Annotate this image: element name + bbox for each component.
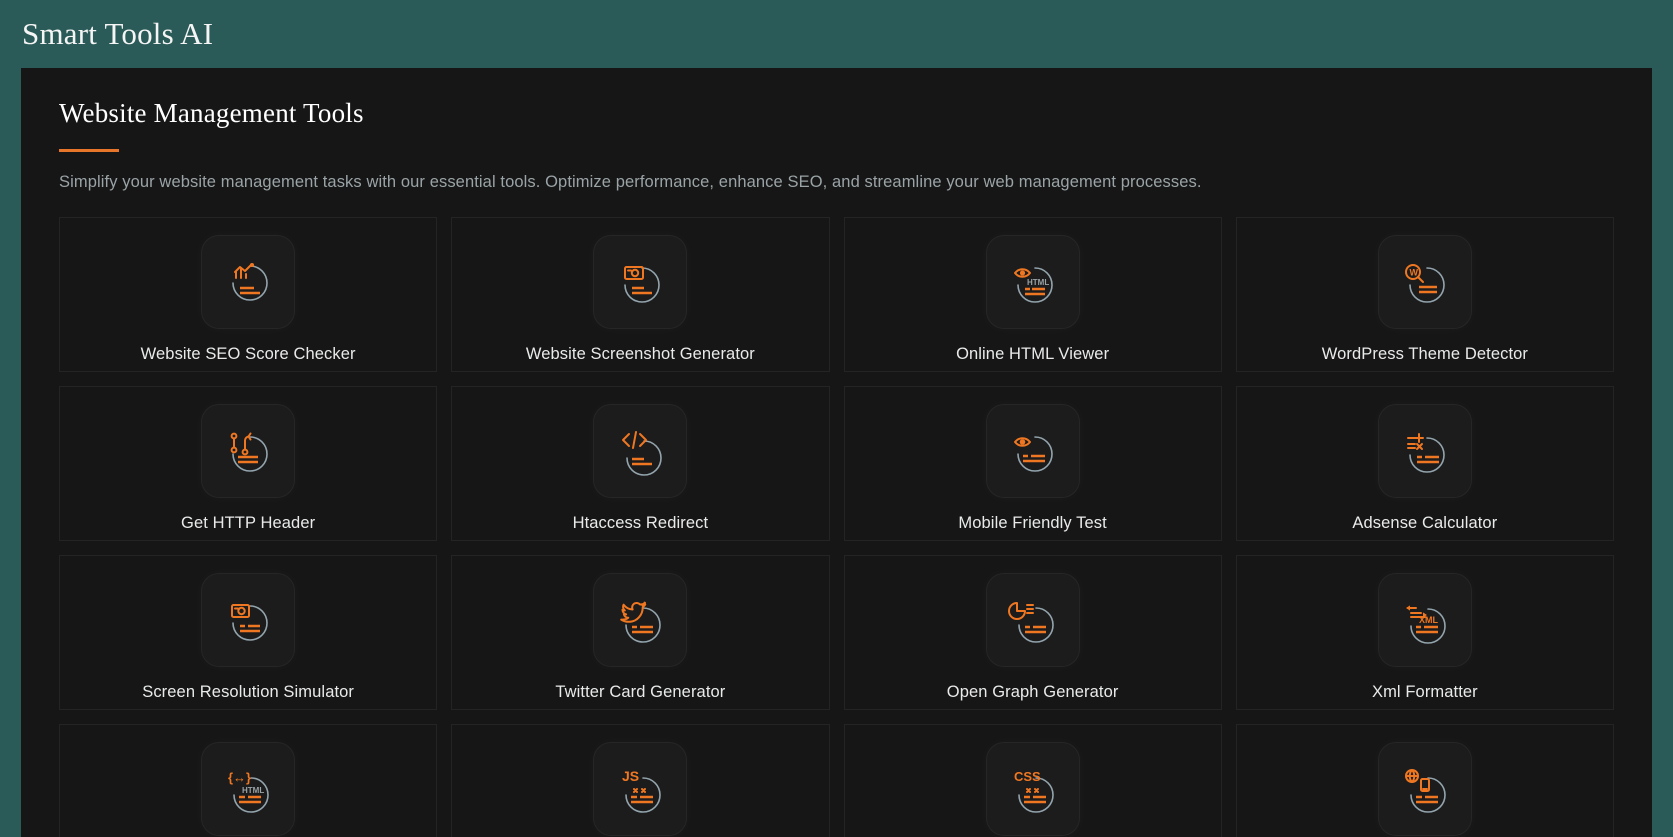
icon-tile [1378, 405, 1471, 497]
tool-card-htaccess-redirect[interactable]: Htaccess Redirect [451, 386, 830, 541]
tool-card-css-tool[interactable]: CSS [843, 724, 1222, 837]
eye-html-icon: HTML [1013, 267, 1053, 303]
tool-card-get-http-header[interactable]: Get HTTP Header [59, 386, 438, 541]
tool-label: Get HTTP Header [181, 514, 316, 532]
tool-card-globe-device-tool[interactable] [1235, 724, 1614, 837]
icon-tile [202, 236, 295, 328]
icon-tile [594, 574, 687, 666]
page-title: Website Management Tools [59, 98, 364, 128]
section-description: Simplify your website management tasks w… [59, 173, 1202, 191]
globe-device-icon [1404, 769, 1446, 813]
tool-label: Online HTML Viewer [956, 345, 1110, 363]
icon-tile [986, 574, 1079, 666]
math-operators-icon [1406, 433, 1445, 473]
tool-card-twitter-card-generator[interactable]: Twitter Card Generator [451, 555, 830, 710]
tool-label: Xml Formatter [1371, 683, 1478, 701]
tool-label: Mobile Friendly Test [958, 514, 1107, 532]
tool-card-website-seo-score-checker[interactable]: Website SEO Score Checker [59, 217, 438, 372]
tool-card-website-screenshot-generator[interactable]: Website Screenshot Generator [451, 217, 830, 372]
wordpress-magnifier-icon: W [1404, 264, 1445, 303]
tool-card-html-tool[interactable]: HTML {↔} [59, 724, 438, 837]
svg-text:JS: JS [622, 768, 639, 784]
icon-tile: HTML [986, 236, 1079, 328]
icon-tile: JS [594, 743, 687, 835]
svg-text:{↔}: {↔} [228, 770, 251, 785]
tool-card-wordpress-theme-detector[interactable]: W WordPress Theme Detector [1235, 217, 1614, 372]
icon-tile: CSS [986, 743, 1079, 835]
xml-arrows-icon: XML [1405, 605, 1446, 644]
icon-tile [594, 405, 687, 497]
tool-label: Twitter Card Generator [555, 683, 726, 701]
tool-card-mobile-friendly-test[interactable]: Mobile Friendly Test [843, 386, 1222, 541]
html-braces-icon: HTML {↔} [228, 770, 269, 813]
css-icon: CSS [1014, 769, 1054, 813]
tools-grid: Website SEO Score Checker Website Screen… [59, 217, 1614, 837]
tool-label: Htaccess Redirect [572, 514, 709, 532]
tool-card-js-tool[interactable]: JS [451, 724, 830, 837]
icon-tile: W [1378, 236, 1471, 328]
js-icon: JS [622, 768, 662, 813]
tool-label: WordPress Theme Detector [1321, 345, 1529, 363]
tool-label: Screen Resolution Simulator [142, 683, 355, 701]
code-brackets-icon [622, 431, 663, 476]
camera-icon [624, 266, 661, 303]
tool-card-xml-formatter[interactable]: XML Xml Formatter [1235, 555, 1614, 710]
icon-tile: HTML {↔} [202, 743, 295, 835]
tool-label: Open Graph Generator [946, 683, 1119, 701]
icon-tile [202, 405, 295, 497]
main-panel: Website Management Tools Simplify your w… [21, 68, 1652, 837]
app-header: Smart Tools AI [0, 0, 1673, 68]
chart-growth-icon [232, 263, 268, 301]
eye-icon [1013, 436, 1053, 472]
icon-tile [202, 574, 295, 666]
icon-tile [986, 405, 1079, 497]
icon-tile [1378, 743, 1471, 835]
pie-chart-icon [1007, 602, 1054, 643]
icon-tile [594, 236, 687, 328]
svg-text:HTML: HTML [242, 786, 264, 795]
twitter-bird-icon [620, 601, 662, 643]
tool-label: Adsense Calculator [1352, 514, 1498, 532]
svg-text:CSS: CSS [1014, 769, 1041, 784]
svg-text:W: W [1409, 268, 1418, 278]
nodes-arrow-icon [230, 432, 268, 472]
tool-card-online-html-viewer[interactable]: HTML Online HTML Viewer [843, 217, 1222, 372]
app-title: Smart Tools AI [22, 16, 214, 51]
svg-text:HTML: HTML [1027, 278, 1049, 287]
title-accent-bar [59, 149, 119, 152]
tool-card-adsense-calculator[interactable]: Adsense Calculator [1235, 386, 1614, 541]
tool-card-open-graph-generator[interactable]: Open Graph Generator [843, 555, 1222, 710]
tool-label: Website Screenshot Generator [525, 345, 755, 363]
tool-label: Website SEO Score Checker [140, 345, 356, 363]
tool-card-screen-resolution-simulator[interactable]: Screen Resolution Simulator [59, 555, 438, 710]
camera-icon [231, 604, 268, 641]
icon-tile: XML [1378, 574, 1471, 666]
